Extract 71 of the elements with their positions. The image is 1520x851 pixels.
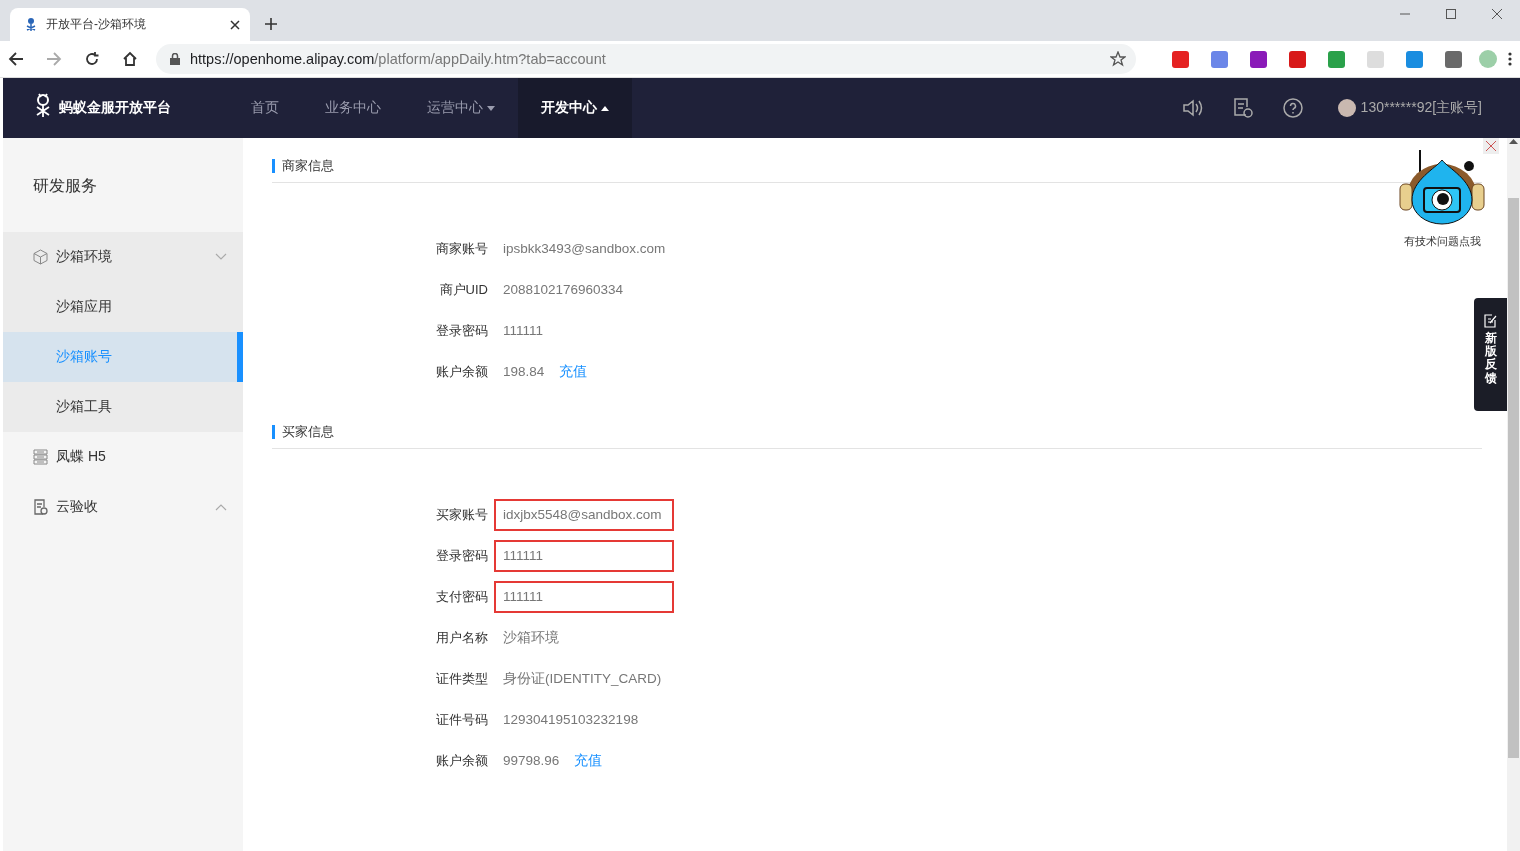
section-title: 买家信息: [272, 425, 334, 439]
layers-icon: [33, 449, 48, 465]
nav-tab[interactable]: 运营中心: [404, 78, 518, 138]
field-value: 129304195103232198: [503, 711, 639, 729]
extension-icon[interactable]: [1250, 50, 1267, 68]
sidebar-item[interactable]: 凤蝶 H5: [3, 432, 243, 482]
field-value: 身份证(IDENTITY_CARD): [503, 669, 662, 688]
tab-title: 开放平台-沙箱环境: [46, 16, 147, 33]
section-title: 商家信息: [272, 159, 334, 173]
chevron-icon: [215, 503, 227, 511]
scrollbar-thumb[interactable]: [1508, 198, 1519, 758]
chevron-icon: [215, 253, 227, 261]
highlighted-value: 111111: [494, 580, 674, 613]
field-label: 支付密码: [435, 587, 488, 606]
highlighted-value: 111111: [494, 539, 674, 572]
field-label: 证件号码: [435, 710, 488, 729]
document-clock-icon[interactable]: [1231, 97, 1254, 119]
field-value: 沙箱环境: [503, 628, 559, 647]
field-label: 账户余额: [435, 362, 488, 381]
field-value: ipsbkk3493@sandbox.com: [503, 240, 666, 258]
browser-tab[interactable]: 开放平台-沙箱环境: [10, 8, 250, 41]
field-value: 99798.96 充值: [503, 750, 603, 772]
extension-icon[interactable]: [1172, 50, 1189, 68]
nav-tab[interactable]: 开发中心: [518, 78, 632, 138]
extension-icon[interactable]: [1445, 50, 1462, 68]
field-value: 198.84 充值: [503, 361, 588, 383]
help-icon[interactable]: [1282, 98, 1303, 118]
sidebar-item[interactable]: 沙箱环境: [3, 232, 243, 282]
field-label: 用户名称: [435, 628, 488, 647]
reload-icon[interactable]: [84, 51, 100, 67]
field-label: 商户UID: [438, 280, 488, 299]
caret-icon: [601, 105, 609, 111]
extension-icon[interactable]: [1406, 50, 1423, 68]
ant-icon: [24, 16, 38, 33]
speaker-icon[interactable]: [1181, 98, 1204, 118]
feedback-tab[interactable]: 新版反馈: [1474, 298, 1507, 411]
lock-icon: [170, 53, 180, 65]
brand-name: 蚂蚁金服开放平台: [59, 99, 171, 117]
field-label: 证件类型: [435, 669, 488, 688]
star-icon[interactable]: [1110, 51, 1126, 67]
sidebar-title: 研发服务: [32, 176, 98, 196]
extension-icon[interactable]: [1289, 50, 1306, 68]
sidebar-subitem[interactable]: 沙箱工具: [3, 382, 243, 432]
help-prompt[interactable]: 有技术问题点我: [1403, 234, 1481, 249]
url-text: https://openhome.alipay.com/platform/appDaily.htm?tab=account: [190, 51, 607, 67]
nav-tab[interactable]: 首页: [228, 78, 302, 138]
address-bar[interactable]: https://openhome.alipay.com/platform/appDaily.htm?tab=account: [156, 44, 1136, 74]
field-label: 商家账号: [435, 239, 488, 258]
cube-icon: [33, 249, 48, 265]
highlighted-value: idxjbx5548@sandbox.com: [494, 498, 674, 531]
home-icon[interactable]: [122, 51, 138, 67]
field-label: 买家账号: [435, 505, 488, 524]
sidebar-item[interactable]: 云验收: [3, 482, 243, 532]
edit-icon: [1484, 314, 1497, 328]
extension-icon[interactable]: [1328, 50, 1345, 68]
field-value: 2088102176960334: [503, 281, 624, 299]
user-account[interactable]: 130******92[主账号]: [1360, 99, 1482, 117]
field-value: 111111: [503, 322, 544, 340]
document-check-icon: [33, 499, 48, 515]
close-icon[interactable]: [230, 19, 240, 30]
extension-icon[interactable]: [1211, 50, 1228, 68]
back-icon[interactable]: [8, 51, 24, 67]
new-tab-icon[interactable]: [264, 17, 278, 31]
avatar[interactable]: [1337, 99, 1356, 117]
field-label: 登录密码: [435, 546, 488, 565]
caret-icon: [487, 105, 495, 111]
field-label: 登录密码: [435, 321, 488, 340]
nav-tab[interactable]: 业务中心: [302, 78, 404, 138]
menu-icon[interactable]: [1508, 52, 1512, 66]
sidebar-subitem[interactable]: 沙箱应用: [3, 282, 243, 332]
field-label: 账户余额: [435, 751, 488, 770]
